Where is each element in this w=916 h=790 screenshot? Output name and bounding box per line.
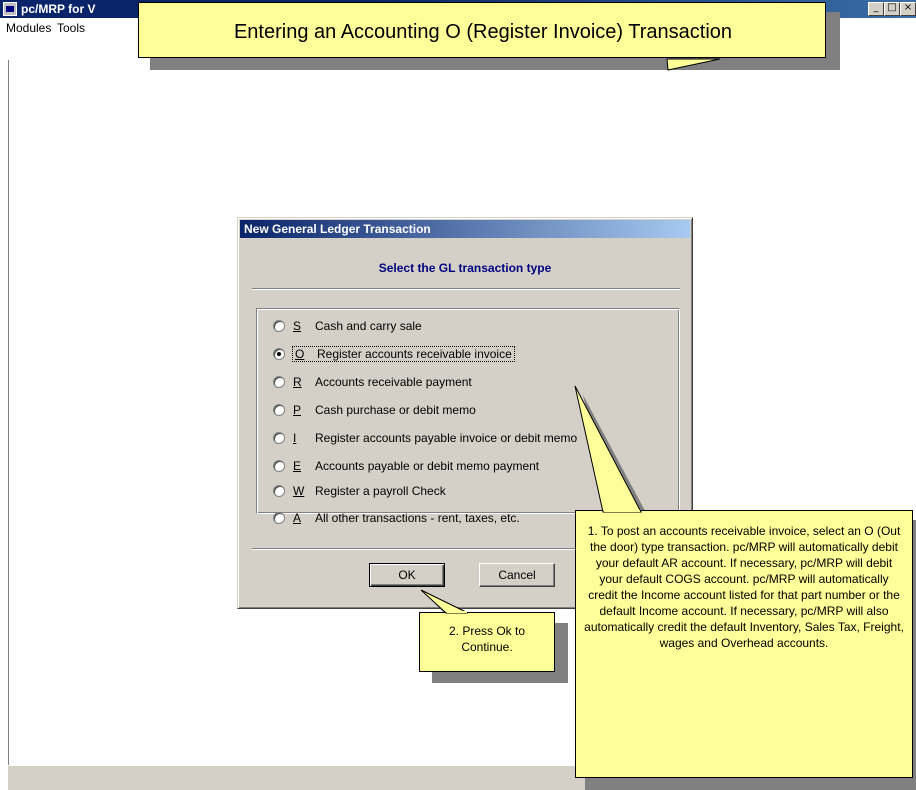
option-key: R (293, 375, 302, 389)
step2-callout-text: 2. Press Ok to Continue. (448, 624, 526, 654)
option-i[interactable]: I Register accounts payable invoice or d… (273, 429, 577, 447)
option-label: Accounts payable or debit memo payment (315, 459, 540, 473)
option-label: Register a payroll Check (315, 484, 446, 498)
separator (252, 288, 680, 290)
title-callout: Entering an Accounting O (Register Invoi… (138, 2, 826, 58)
step1-callout-text: 1. To post an accounts receivable invoic… (584, 524, 904, 650)
step1-callout: 1. To post an accounts receivable invoic… (575, 510, 913, 778)
app-title: pc/MRP for V (21, 2, 96, 16)
radio-e[interactable] (273, 460, 285, 472)
step2-callout: 2. Press Ok to Continue. (419, 612, 555, 672)
option-r[interactable]: R Accounts receivable payment (273, 373, 472, 391)
option-e[interactable]: E Accounts payable or debit memo payment (273, 457, 539, 475)
cancel-button[interactable]: Cancel (479, 563, 555, 587)
option-a[interactable]: A All other transactions - rent, taxes, … (273, 509, 520, 527)
option-key: W (293, 484, 305, 498)
app-icon[interactable] (3, 2, 17, 16)
option-label: Accounts receivable payment (315, 375, 472, 389)
option-key: I (293, 431, 297, 445)
radio-i[interactable] (273, 432, 285, 444)
option-label: Cash and carry sale (315, 319, 422, 333)
maximize-button[interactable]: □ (884, 2, 900, 16)
minimize-button[interactable]: _ (868, 2, 884, 16)
ok-button[interactable]: OK (369, 563, 445, 587)
option-s[interactable]: S Cash and carry sale (273, 317, 422, 335)
title-callout-text: Entering an Accounting O (Register Invoi… (233, 21, 733, 43)
radio-a[interactable] (273, 512, 285, 524)
focused-option: O Register accounts receivable invoice (292, 346, 515, 362)
option-label: Register accounts payable invoice or deb… (315, 431, 578, 445)
option-w[interactable]: W Register a payroll Check (273, 482, 446, 500)
option-label: Register accounts receivable invoice (317, 347, 512, 361)
option-key: S (293, 319, 302, 333)
menu-tools[interactable]: Tools (57, 21, 85, 35)
radio-s[interactable] (273, 320, 285, 332)
dialog-titlebar[interactable]: New General Ledger Transaction (240, 220, 690, 238)
option-key: P (293, 403, 302, 417)
option-label: Cash purchase or debit memo (315, 403, 476, 417)
radio-r[interactable] (273, 376, 285, 388)
option-key: E (293, 459, 302, 473)
option-key: A (293, 511, 302, 525)
dialog-title: New General Ledger Transaction (244, 222, 431, 236)
option-label: All other transactions - rent, taxes, et… (315, 511, 520, 525)
option-p[interactable]: P Cash purchase or debit memo (273, 401, 476, 419)
radio-w[interactable] (273, 485, 285, 497)
dialog-heading: Select the GL transaction type (378, 261, 552, 275)
radio-o[interactable] (273, 348, 285, 360)
window-controls: _ □ × (868, 2, 916, 16)
option-key: O (295, 347, 305, 361)
option-o[interactable]: O Register accounts receivable invoice (273, 345, 515, 363)
close-button[interactable]: × (900, 2, 916, 16)
menu-modules[interactable]: Modules (6, 21, 51, 35)
radio-p[interactable] (273, 404, 285, 416)
